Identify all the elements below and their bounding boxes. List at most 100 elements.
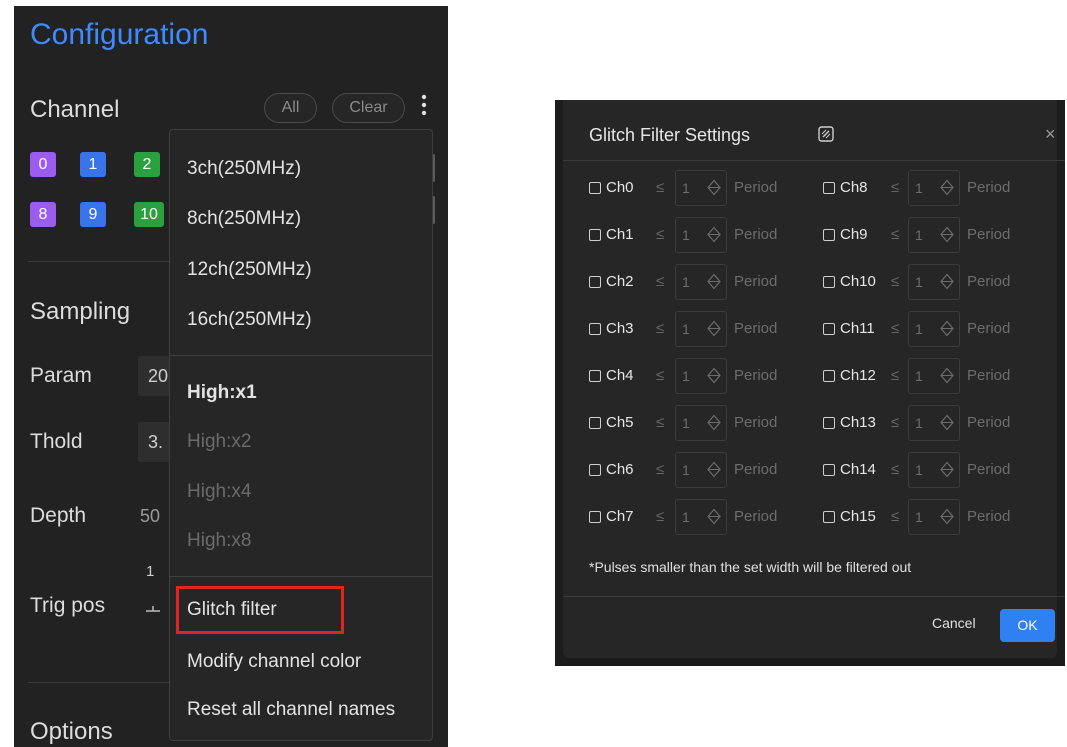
period-stepper[interactable]: 1	[908, 499, 960, 535]
configuration-panel: Configuration Channel All Clear 0 1 2 8 9 10 …	[14, 6, 448, 747]
channel-checkbox[interactable]	[589, 511, 601, 523]
sampling-heading: Sampling	[30, 298, 131, 325]
channel-checkbox[interactable]	[589, 464, 601, 476]
channel-checkbox[interactable]	[823, 276, 835, 288]
stepper-arrows-icon[interactable]	[706, 179, 722, 197]
kebab-vertical-icon[interactable]	[416, 94, 432, 122]
menu-item-8ch[interactable]: 8ch(250MHz)	[187, 208, 301, 230]
menu-item-3ch[interactable]: 3ch(250MHz)	[187, 158, 301, 180]
channel-label: Ch12	[840, 367, 876, 384]
stepper-arrows-icon[interactable]	[939, 461, 955, 479]
edit-square-icon[interactable]	[817, 125, 835, 143]
channel-checkbox[interactable]	[823, 370, 835, 382]
channel-label: Ch0	[606, 179, 634, 196]
menu-item-modify-channel-color[interactable]: Modify channel color	[187, 651, 361, 673]
channel-checkbox[interactable]	[589, 229, 601, 241]
period-unit: Period	[734, 508, 778, 525]
stepper-value: 1	[915, 180, 923, 196]
stepper-arrows-icon[interactable]	[706, 414, 722, 432]
ok-button[interactable]: OK	[1000, 609, 1055, 642]
period-stepper[interactable]: 1	[675, 217, 727, 253]
channel-chip[interactable]: 8	[30, 202, 56, 227]
stepper-arrows-icon[interactable]	[706, 226, 722, 244]
stepper-arrows-icon[interactable]	[706, 461, 722, 479]
all-button[interactable]: All	[264, 93, 317, 123]
stepper-arrows-icon[interactable]	[706, 508, 722, 526]
period-unit: Period	[967, 414, 1011, 431]
channel-label: Ch6	[606, 461, 634, 478]
stepper-value: 1	[915, 274, 923, 290]
channel-checkbox[interactable]	[823, 511, 835, 523]
stepper-arrows-icon[interactable]	[939, 320, 955, 338]
slider-handle[interactable]	[146, 604, 160, 616]
slider-handle-svg	[146, 606, 160, 612]
stepper-arrows-icon[interactable]	[939, 367, 955, 385]
period-unit: Period	[734, 320, 778, 337]
channel-checkbox[interactable]	[589, 276, 601, 288]
period-stepper[interactable]: 1	[675, 170, 727, 206]
period-stepper[interactable]: 1	[908, 405, 960, 441]
channel-heading: Channel	[30, 96, 120, 123]
period-unit: Period	[734, 461, 778, 478]
menu-item-high-x1[interactable]: High:x1	[187, 382, 257, 404]
channel-row: Ch5 ≤1 Period Ch13 ≤1 Period	[563, 405, 1065, 441]
period-stepper[interactable]: 1	[908, 358, 960, 394]
le-symbol: ≤	[656, 367, 665, 384]
thold-label: Thold	[30, 430, 83, 453]
channel-chip[interactable]: 10	[134, 202, 164, 227]
period-unit: Period	[734, 367, 778, 384]
stepper-value: 1	[682, 462, 690, 478]
period-stepper[interactable]: 1	[675, 499, 727, 535]
channel-label: Ch15	[840, 508, 876, 525]
channel-checkbox[interactable]	[823, 323, 835, 335]
stepper-arrows-icon[interactable]	[706, 367, 722, 385]
stepper-value: 1	[915, 321, 923, 337]
cancel-button[interactable]: Cancel	[932, 615, 976, 631]
channel-checkbox[interactable]	[589, 417, 601, 429]
period-stepper[interactable]: 1	[908, 264, 960, 300]
stepper-arrows-icon[interactable]	[706, 273, 722, 291]
highlight-box	[176, 586, 344, 634]
stepper-arrows-icon[interactable]	[939, 273, 955, 291]
channel-chip[interactable]: 1	[80, 152, 106, 177]
channel-checkbox[interactable]	[589, 323, 601, 335]
channel-label: Ch2	[606, 273, 634, 290]
period-stepper[interactable]: 1	[675, 452, 727, 488]
close-icon[interactable]: ×	[1045, 124, 1056, 145]
stepper-arrows-icon[interactable]	[939, 179, 955, 197]
channel-chip[interactable]: 2	[134, 152, 160, 177]
stepper-arrows-icon[interactable]	[939, 414, 955, 432]
period-stepper[interactable]: 1	[675, 311, 727, 347]
channel-checkbox[interactable]	[823, 464, 835, 476]
period-stepper[interactable]: 1	[908, 311, 960, 347]
period-stepper[interactable]: 1	[908, 170, 960, 206]
stepper-arrows-icon[interactable]	[939, 508, 955, 526]
channel-checkbox[interactable]	[823, 182, 835, 194]
clear-button[interactable]: Clear	[332, 93, 405, 123]
channel-checkbox[interactable]	[589, 370, 601, 382]
depth-value[interactable]: 50	[140, 506, 160, 527]
period-stepper[interactable]: 1	[675, 405, 727, 441]
menu-item-high-x2: High:x2	[187, 431, 252, 452]
le-symbol: ≤	[891, 414, 900, 431]
stepper-arrows-icon[interactable]	[939, 226, 955, 244]
menu-item-12ch[interactable]: 12ch(250MHz)	[187, 259, 312, 281]
stepper-arrows-icon[interactable]	[706, 320, 722, 338]
stepper-value: 1	[682, 180, 690, 196]
channel-chip[interactable]: 0	[30, 152, 56, 177]
channel-checkbox[interactable]	[823, 417, 835, 429]
channel-options-menu: 3ch(250MHz) 8ch(250MHz) 12ch(250MHz) 16c…	[169, 129, 433, 741]
period-stepper[interactable]: 1	[908, 217, 960, 253]
menu-item-reset-channel-names[interactable]: Reset all channel names	[187, 699, 395, 721]
channel-checkbox[interactable]	[823, 229, 835, 241]
channel-chip[interactable]: 9	[80, 202, 106, 227]
menu-item-high-x8: High:x8	[187, 530, 252, 551]
period-unit: Period	[967, 461, 1011, 478]
period-stepper[interactable]: 1	[675, 264, 727, 300]
channel-checkbox[interactable]	[589, 182, 601, 194]
channel-label: Ch14	[840, 461, 876, 478]
period-stepper[interactable]: 1	[675, 358, 727, 394]
menu-item-16ch[interactable]: 16ch(250MHz)	[187, 309, 312, 331]
period-stepper[interactable]: 1	[908, 452, 960, 488]
channel-label: Ch4	[606, 367, 634, 384]
